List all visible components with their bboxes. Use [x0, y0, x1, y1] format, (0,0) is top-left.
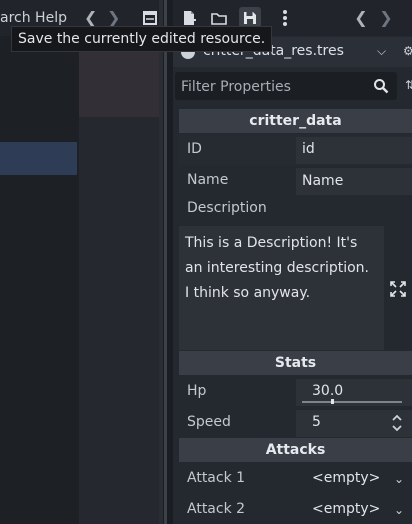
property-label-hp: Hp: [187, 383, 207, 399]
more-icon[interactable]: [274, 7, 296, 29]
hp-slider-track[interactable]: [302, 401, 402, 403]
object-menu-icon[interactable]: ⚙: [403, 44, 412, 60]
property-value-id[interactable]: id: [302, 141, 315, 157]
property-label-id: ID: [187, 141, 202, 157]
property-label-description: Description: [187, 200, 267, 216]
property-label-speed: Speed: [187, 414, 231, 430]
hp-slider-grabber[interactable]: [331, 399, 334, 404]
spinner-icon[interactable]: [391, 413, 403, 433]
save-tooltip: Save the currently edited resource.: [11, 26, 273, 52]
history-forward-icon[interactable]: ❯: [375, 7, 397, 29]
expand-icon[interactable]: [390, 281, 406, 297]
chevron-down-icon[interactable]: ⌵: [377, 44, 386, 59]
selected-list-item[interactable]: [0, 142, 77, 175]
property-value-attack2[interactable]: <empty>: [312, 501, 380, 517]
property-label-name: Name: [187, 172, 229, 188]
property-value-name[interactable]: Name: [302, 173, 343, 189]
chevron-down-icon[interactable]: ⌄: [394, 503, 404, 517]
chevron-down-icon[interactable]: ⌄: [394, 472, 404, 486]
property-value-attack1[interactable]: <empty>: [312, 470, 380, 486]
description-text[interactable]: This is a Description! It's an interesti…: [185, 231, 375, 306]
menu-search-help[interactable]: arch Help: [0, 10, 67, 26]
script-list-icon[interactable]: [142, 10, 158, 26]
filter-properties-input[interactable]: [181, 77, 361, 97]
splitter-grabber[interactable]: [164, 0, 167, 524]
search-icon: [373, 78, 389, 94]
property-value-hp[interactable]: 30.0: [312, 383, 343, 399]
section-critter-data[interactable]: critter_data: [179, 109, 412, 133]
back-arrow-icon[interactable]: ❮: [84, 10, 97, 26]
history-back-icon[interactable]: ❮: [350, 7, 372, 29]
property-value-speed[interactable]: 5: [312, 414, 321, 430]
sort-icon[interactable]: ⇅: [405, 78, 412, 94]
section-stats[interactable]: Stats: [179, 351, 412, 375]
forward-arrow-icon[interactable]: ❯: [107, 10, 120, 26]
section-attacks[interactable]: Attacks: [179, 438, 412, 462]
editor-side-column: [79, 117, 159, 524]
property-label-attack1: Attack 1: [187, 470, 246, 486]
property-label-attack2: Attack 2: [187, 501, 246, 517]
script-editor-pane: [0, 36, 79, 524]
